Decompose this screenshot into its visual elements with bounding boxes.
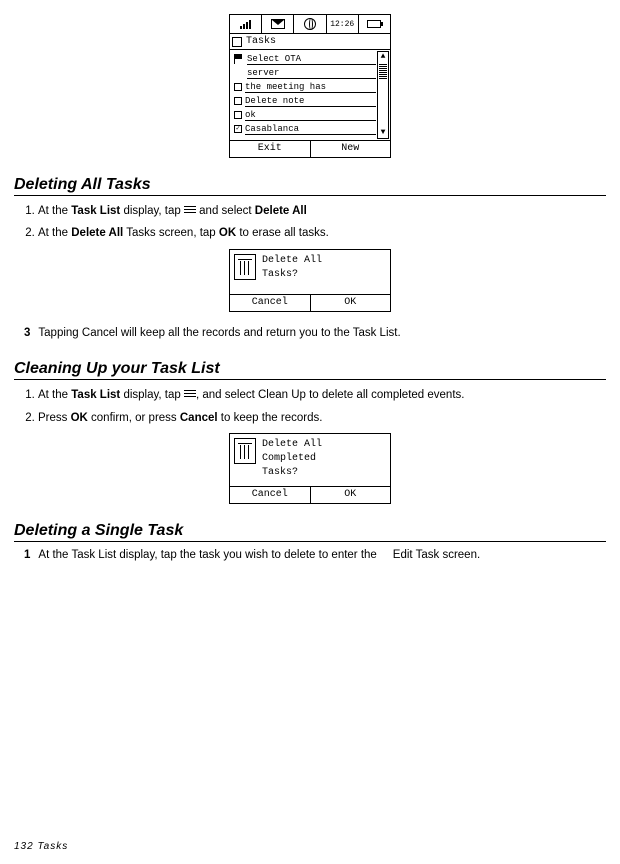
dialog-line: Tasks?	[262, 268, 322, 282]
step-text: Cancel	[180, 412, 218, 424]
scrollbar[interactable]: ▲ ▼	[377, 51, 389, 139]
clock-text: 12:26	[327, 15, 359, 33]
screen-title-row: Tasks	[230, 34, 390, 50]
softkey-left[interactable]: Exit	[230, 141, 311, 157]
signal-icon	[230, 15, 262, 33]
heading-cleaning-up: Cleaning Up your Task List	[14, 360, 606, 380]
steps-cleaning: At the Task List display, tap , and sele…	[14, 386, 606, 427]
task-text: Delete note	[245, 96, 376, 107]
tasks-screen-mock: 12:26 Tasks Select OTA server the meetin…	[229, 14, 391, 158]
step-text: OK	[219, 227, 236, 239]
task-list-area: Select OTA server the meeting has Delete…	[230, 50, 390, 141]
heading-deleting-single: Deleting a Single Task	[14, 522, 606, 542]
step-text: Task List	[71, 389, 120, 401]
step-text: to erase all tasks.	[236, 227, 329, 239]
scroll-up-icon[interactable]: ▲	[378, 52, 388, 62]
step-item: Press OK confirm, or press Cancel to kee…	[38, 409, 606, 427]
ok-button[interactable]: OK	[311, 295, 391, 311]
task-text: the meeting has	[245, 82, 376, 93]
menu-icon	[184, 206, 196, 216]
step-item: 3Tapping Cancel will keep all the record…	[38, 324, 606, 342]
dialog-line: Delete All	[262, 254, 322, 268]
dialog-message: Delete All Tasks?	[262, 254, 322, 282]
heading-deleting-all: Deleting All Tasks	[14, 176, 606, 196]
step-text: display, tap the task you wish to delete…	[116, 549, 380, 561]
trash-icon	[234, 438, 256, 464]
status-bar: 12:26	[230, 15, 390, 34]
trash-icon	[234, 254, 256, 280]
checkbox-checked-icon[interactable]: ✓	[234, 125, 242, 133]
softkey-right[interactable]: New	[311, 141, 391, 157]
step-text: screen.	[439, 549, 480, 561]
scroll-thumb[interactable]	[379, 64, 387, 79]
task-row[interactable]: ok	[234, 108, 376, 122]
menu-icon	[184, 390, 196, 400]
step-text: Edit Task	[393, 549, 439, 561]
screen-title: Tasks	[246, 36, 276, 47]
network-icon	[294, 15, 326, 33]
step-text: Task List	[71, 205, 120, 217]
step-item: At the Task List display, tap , and sele…	[38, 386, 606, 404]
cancel-button[interactable]: Cancel	[230, 295, 311, 311]
task-text: ok	[245, 110, 376, 121]
step-text: , and select Clean Up to delete all comp…	[196, 389, 465, 401]
step-text: OK	[71, 412, 88, 424]
step-item: At the Delete All Tasks screen, tap OK t…	[38, 224, 606, 242]
mail-icon	[262, 15, 294, 33]
step-text: Delete All	[71, 227, 123, 239]
task-row[interactable]: server	[234, 66, 376, 80]
step-text: Task List	[71, 549, 116, 561]
battery-icon	[359, 15, 390, 33]
delete-completed-dialog: Delete All Completed Tasks? Cancel OK	[229, 433, 391, 504]
page-footer: 132 Tasks	[14, 841, 68, 852]
step-text: Press	[38, 412, 71, 424]
step-text: and select	[196, 205, 255, 217]
step-text: At the	[38, 205, 71, 217]
tasks-app-icon	[232, 37, 242, 47]
step-text: At the	[38, 389, 71, 401]
task-row[interactable]: ✓Casablanca	[234, 122, 376, 136]
task-text: Select OTA	[247, 54, 376, 65]
dialog-line: Delete All	[262, 438, 322, 452]
checkbox-icon[interactable]	[234, 111, 242, 119]
scroll-down-icon[interactable]: ▼	[378, 128, 388, 138]
task-row[interactable]: Select OTA	[234, 52, 376, 66]
flag-icon	[234, 54, 244, 64]
step-item: At the Task List display, tap and select…	[38, 202, 606, 220]
task-text: Casablanca	[245, 124, 376, 135]
dialog-line: Completed	[262, 452, 322, 466]
steps-deleting-all: At the Task List display, tap and select…	[14, 202, 606, 243]
task-row[interactable]: Delete note	[234, 94, 376, 108]
step-text: Delete All	[255, 205, 307, 217]
checkbox-icon[interactable]	[234, 97, 242, 105]
step-number: 1	[24, 549, 30, 561]
dialog-line: Tasks?	[262, 466, 322, 480]
step-text: display, tap	[120, 205, 184, 217]
step-text: At the	[38, 227, 71, 239]
step-text: confirm, or press	[88, 412, 180, 424]
task-text: server	[247, 68, 376, 79]
step-text: to keep the records.	[218, 412, 323, 424]
cancel-button[interactable]: Cancel	[230, 487, 311, 503]
dialog-message: Delete All Completed Tasks?	[262, 438, 322, 480]
step-text: Tapping Cancel will keep all the records…	[38, 327, 400, 339]
step-text: display, tap	[120, 389, 184, 401]
step-item: 1At the Task List display, tap the task …	[38, 546, 606, 564]
softkey-bar: Exit New	[230, 141, 390, 157]
step-number: 3	[24, 327, 30, 339]
ok-button[interactable]: OK	[311, 487, 391, 503]
task-row[interactable]: the meeting has	[234, 80, 376, 94]
delete-all-dialog: Delete All Tasks? Cancel OK	[229, 249, 391, 312]
step-text: At the	[38, 549, 71, 561]
checkbox-icon[interactable]	[234, 83, 242, 91]
step-text: Tasks screen, tap	[123, 227, 219, 239]
